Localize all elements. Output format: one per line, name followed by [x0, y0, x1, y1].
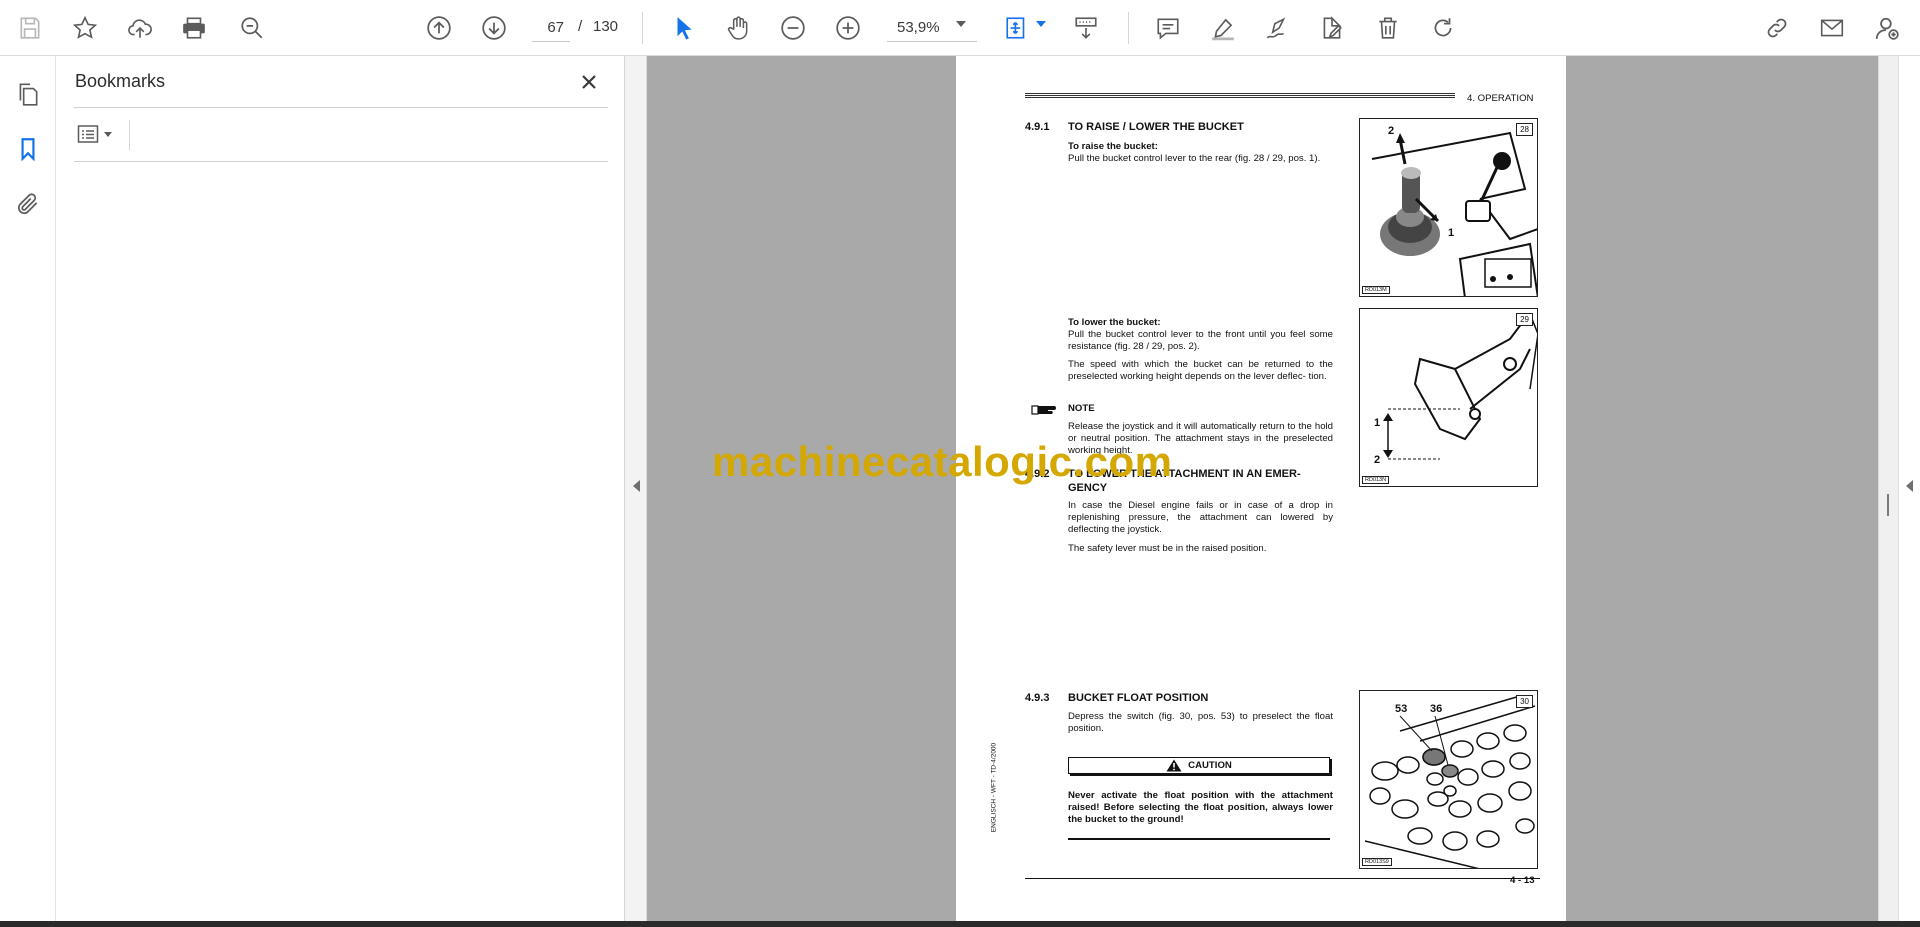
- header-rule: [1025, 93, 1455, 98]
- section-title: BUCKET FLOAT POSITION: [1068, 692, 1209, 704]
- user-account-icon[interactable]: [1869, 10, 1905, 46]
- subheading: To lower the bucket:: [1068, 317, 1161, 328]
- vertical-scrollbar[interactable]: [1878, 56, 1898, 921]
- figure-number: 30: [1516, 695, 1533, 708]
- rotate-icon[interactable]: [1425, 10, 1461, 46]
- zoom-level-input[interactable]: [887, 14, 977, 42]
- caution-label: CAUTION: [1188, 760, 1232, 771]
- delete-icon[interactable]: [1370, 10, 1406, 46]
- print-icon[interactable]: [176, 10, 212, 46]
- side-margin-text: ENGLISCH - WFT - TD-4/2000: [990, 742, 998, 833]
- figure-number: 28: [1516, 123, 1533, 136]
- bookmarks-panel: Bookmarks: [56, 56, 625, 921]
- previous-page-icon[interactable]: [421, 10, 457, 46]
- attachment-icon[interactable]: [10, 186, 46, 222]
- left-navigation-rail: [0, 56, 56, 921]
- star-icon[interactable]: [67, 10, 103, 46]
- panel-divider: [129, 120, 130, 150]
- document-viewport[interactable]: 4. OPERATION 4.9.1 TO RAISE / LOWER THE …: [647, 56, 1878, 921]
- zoom-in-icon[interactable]: [830, 10, 866, 46]
- draw-pen-icon[interactable]: [1259, 10, 1295, 46]
- top-toolbar: / 130: [0, 0, 1920, 56]
- bookmark-options-button[interactable]: [76, 119, 124, 149]
- bottom-taskbar-edge: [0, 921, 1920, 927]
- caution-text: Never activate the float position with t…: [1068, 790, 1333, 826]
- figure-28: 2 1 28 RD013M: [1359, 118, 1538, 297]
- toolbar-divider: [1128, 12, 1129, 44]
- section-number: 4.9.3: [1025, 692, 1050, 704]
- search-zoom-icon[interactable]: [234, 10, 270, 46]
- panel-divider: [74, 161, 608, 162]
- caution-rule: [1068, 838, 1330, 840]
- highlight-pen-icon[interactable]: [1205, 10, 1241, 46]
- paragraph: Depress the switch (fig. 30, pos. 53) to…: [1068, 711, 1333, 735]
- figure-label: 1: [1448, 227, 1455, 239]
- footer-rule: [1025, 878, 1540, 879]
- email-icon[interactable]: [1814, 10, 1850, 46]
- scroll-mode-icon[interactable]: [1068, 10, 1104, 46]
- panel-splitter[interactable]: [625, 56, 647, 921]
- scrollbar-thumb[interactable]: [1887, 494, 1889, 516]
- close-icon[interactable]: [575, 68, 603, 96]
- page-separator: /: [578, 18, 583, 35]
- watermark-text: machinecatalogic.com: [712, 438, 1173, 485]
- paragraph: In case the Diesel engine fails or in ca…: [1068, 500, 1333, 536]
- caution-box: CAUTION: [1068, 757, 1330, 774]
- section-number: 4.9.1: [1025, 121, 1050, 133]
- figure-code: RD013N: [1362, 476, 1390, 484]
- chevron-down-icon[interactable]: [956, 21, 966, 27]
- page-number-input[interactable]: [532, 14, 570, 42]
- paragraph: The safety lever must be in the raised p…: [1068, 543, 1267, 554]
- switch-panel-illustration: [1364, 695, 1536, 868]
- select-cursor-icon[interactable]: [666, 10, 702, 46]
- paragraph: The speed with which the bucket can be r…: [1068, 359, 1333, 383]
- comment-icon[interactable]: [1150, 10, 1186, 46]
- paragraph: Pull the bucket control lever to the rea…: [1068, 153, 1321, 164]
- note-hand-icon: [1031, 405, 1056, 415]
- joystick-illustration: [1371, 131, 1537, 296]
- figure-code: RD013M: [1362, 286, 1390, 294]
- share-link-icon[interactable]: [1759, 10, 1795, 46]
- fit-page-icon[interactable]: [999, 10, 1035, 46]
- header-section: 4. OPERATION: [1467, 93, 1534, 104]
- figure-label: 2: [1388, 125, 1395, 137]
- pdf-page: 4. OPERATION 4.9.1 TO RAISE / LOWER THE …: [956, 56, 1566, 921]
- chevron-down-icon: [104, 131, 112, 137]
- note-label: NOTE: [1068, 403, 1095, 414]
- warning-triangle-icon: [1166, 759, 1182, 772]
- bucket-loader-illustration: [1383, 312, 1537, 460]
- page-thumbnails-icon[interactable]: [10, 76, 46, 112]
- section-title: TO RAISE / LOWER THE BUCKET: [1068, 121, 1244, 133]
- figure-code: RD013S9: [1362, 858, 1392, 866]
- subheading: To raise the bucket:: [1068, 141, 1158, 152]
- figure-29: 1 2 29 RD013N: [1359, 308, 1538, 487]
- figure-label: 53: [1395, 703, 1408, 715]
- panel-title: Bookmarks: [75, 71, 166, 91]
- figure-label: 1: [1374, 417, 1381, 429]
- figure-label: 2: [1374, 454, 1381, 466]
- save-icon[interactable]: [12, 10, 48, 46]
- list-options-icon: [77, 125, 99, 143]
- figure-number: 29: [1516, 313, 1533, 326]
- right-panel-toggle[interactable]: [1898, 56, 1920, 921]
- edit-pdf-icon[interactable]: [1314, 10, 1350, 46]
- page-total: 130: [593, 18, 619, 35]
- figure-label: 36: [1430, 703, 1443, 715]
- paragraph: Pull the bucket control lever to the fro…: [1068, 329, 1333, 353]
- bookmark-icon[interactable]: [10, 131, 46, 167]
- collapse-panel-icon[interactable]: [633, 480, 640, 492]
- fit-options-chevron-icon[interactable]: [1036, 21, 1046, 27]
- figure-30: 53 36 30 RD013S9: [1359, 690, 1538, 869]
- zoom-out-icon[interactable]: [775, 10, 811, 46]
- toolbar-divider: [642, 12, 643, 44]
- page-footer: 4 - 13: [1510, 875, 1535, 886]
- hand-tool-icon[interactable]: [720, 10, 756, 46]
- expand-right-panel-icon[interactable]: [1906, 480, 1913, 492]
- next-page-icon[interactable]: [476, 10, 512, 46]
- upload-cloud-icon[interactable]: [122, 10, 158, 46]
- panel-divider: [74, 107, 608, 108]
